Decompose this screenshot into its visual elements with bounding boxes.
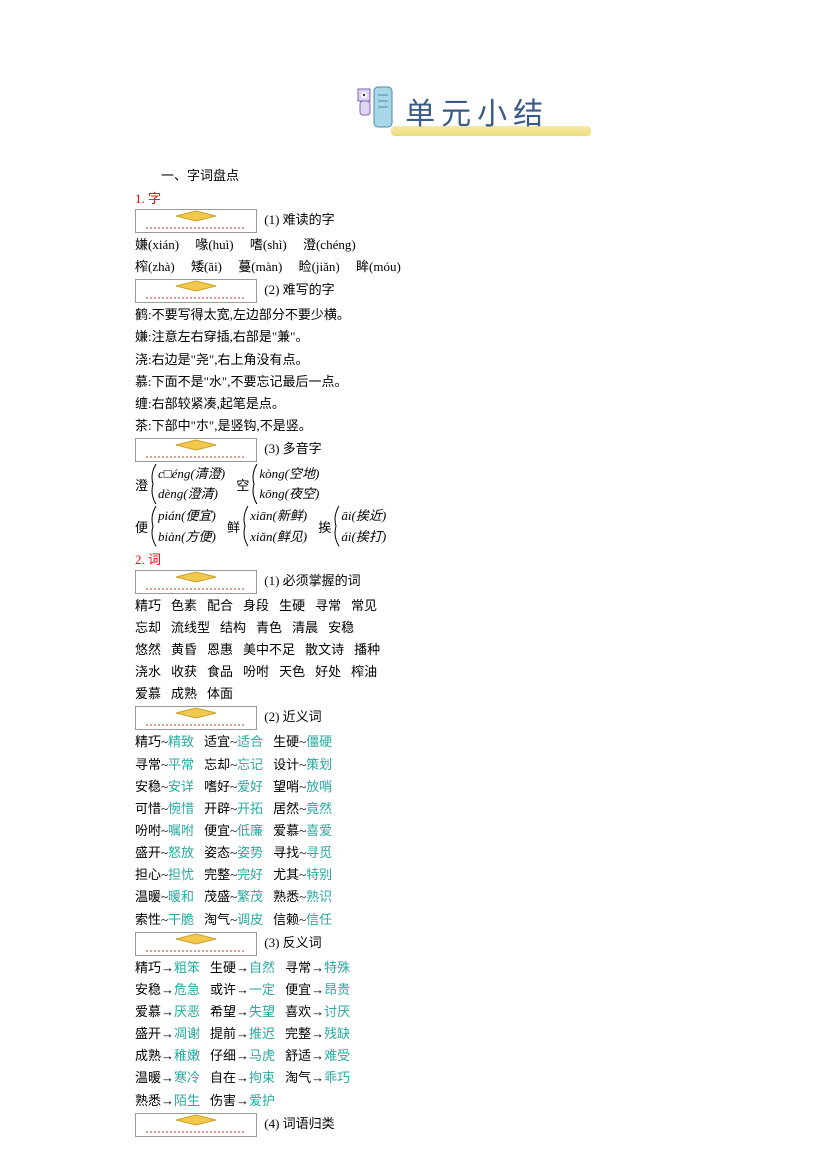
synonym-line: 索性~干脆淘气~调皮信赖~信任 xyxy=(135,910,766,930)
wsub2-row: (2) 近义词 xyxy=(135,706,766,730)
left-brace-icon xyxy=(148,506,158,546)
word-line: 悠然黄昏恩惠美中不足散文诗播种 xyxy=(135,640,766,660)
hard-read-2: 榨(zhà) 矮(ǎi) 蔓(màn) 睑(jiǎn) 眸(móu) xyxy=(135,257,766,277)
decorative-box xyxy=(135,1113,257,1137)
hw-2: 浇:右边是"尧",右上角没有点。 xyxy=(135,350,766,370)
hw-4: 缠:右部较紧凑,起笔是点。 xyxy=(135,394,766,414)
antonym-line: 熟悉→陌生伤害→爱护 xyxy=(135,1091,766,1111)
sub3-label: (3) 多音字 xyxy=(264,441,321,456)
synonym-line: 盛开~怒放姿态~姿势寻找~寻觅 xyxy=(135,843,766,863)
char-section-number: 1. 字 xyxy=(135,188,766,207)
sub1-label: (1) 难读的字 xyxy=(264,212,334,227)
antonym-line: 成熟→稚嫩仔细→马虎舒适→难受 xyxy=(135,1046,766,1066)
synonym-line: 可惜~惋惜开辟~开拓居然~竟然 xyxy=(135,799,766,819)
word-section-number: 2. 词 xyxy=(135,549,766,568)
poly-cheng: 澄 c□éng(清澄) dèng(澄清) xyxy=(135,464,225,504)
banner-character-icon xyxy=(352,85,396,137)
synonym-line: 安稳~安详嗜好~爱好望哨~放哨 xyxy=(135,777,766,797)
word-line: 浇水收获食品吩咐天色好处榨油 xyxy=(135,662,766,682)
poly-bian: 便 pián(便宜) biàn(方便) xyxy=(135,506,216,546)
antonym-line: 安稳→危急或许→一定便宜→昂贵 xyxy=(135,980,766,1000)
hw-3: 慕:下面不是"水",不要忘记最后一点。 xyxy=(135,372,766,392)
antonym-line: 精巧→粗笨生硬→自然寻常→特殊 xyxy=(135,958,766,978)
wsub4-row: (4) 词语归类 xyxy=(135,1113,766,1137)
left-brace-icon xyxy=(148,464,158,504)
synonym-line: 温暖~暖和茂盛~繁茂熟悉~熟识 xyxy=(135,887,766,907)
decorative-box xyxy=(135,438,257,462)
polyphone-row-2: 便 pián(便宜) biàn(方便) 鲜 xiān(新鲜) xiǎn(鲜见) … xyxy=(135,506,766,546)
document-page: 单元小结 一、字词盘点 1. 字 (1) 难读的字 嫌(xián) 喙(huì)… xyxy=(0,0,826,1169)
wsub3-label: (3) 反义词 xyxy=(264,935,321,950)
title-banner: 单元小结 xyxy=(301,85,601,140)
antonym-line: 温暖→寒冷自在→拘束淘气→乖巧 xyxy=(135,1068,766,1088)
hw-5: 茶:下部中"朩",是竖钩,不是竖。 xyxy=(135,416,766,436)
sub1-row: (1) 难读的字 xyxy=(135,209,766,233)
sub2-label: (2) 难写的字 xyxy=(264,282,334,297)
hw-1: 嫌:注意左右穿插,右部是"兼"。 xyxy=(135,327,766,347)
hw-0: 鹤:不要写得太宽,左边部分不要少横。 xyxy=(135,305,766,325)
decorative-box xyxy=(135,706,257,730)
synonym-line: 精巧~精致适宜~适合生硬~僵硬 xyxy=(135,732,766,752)
page-title: 单元小结 xyxy=(405,89,549,133)
left-brace-icon xyxy=(240,506,250,546)
sub3-row: (3) 多音字 xyxy=(135,438,766,462)
synonym-line: 寻常~平常忘却~忘记设计~策划 xyxy=(135,755,766,775)
synonym-line: 担心~担忧完整~完好尤其~特别 xyxy=(135,865,766,885)
decorative-box xyxy=(135,932,257,956)
poly-xian: 鲜 xiān(新鲜) xiǎn(鲜见) xyxy=(227,506,307,546)
antonym-line: 盛开→凋谢提前→推迟完整→残缺 xyxy=(135,1024,766,1044)
word-line: 忘却流线型结构青色清晨安稳 xyxy=(135,618,766,638)
poly-ai: 挨 āi(挨近) ái(挨打) xyxy=(318,506,386,546)
antonym-line: 爱慕→厌恶希望→失望喜欢→讨厌 xyxy=(135,1002,766,1022)
decorative-box xyxy=(135,279,257,303)
sub2-row: (2) 难写的字 xyxy=(135,279,766,303)
wsub3-row: (3) 反义词 xyxy=(135,932,766,956)
hard-read-1: 嫌(xián) 喙(huì) 嗜(shì) 澄(chéng) xyxy=(135,235,766,255)
left-brace-icon xyxy=(249,464,259,504)
word-line: 精巧色素配合身段生硬寻常常见 xyxy=(135,596,766,616)
word-line: 爱慕成熟体面 xyxy=(135,684,766,704)
poly-kong: 空 kòng(空地) kōng(夜空) xyxy=(236,464,319,504)
section-heading-1: 一、字词盘点 xyxy=(135,165,766,184)
polyphone-row-1: 澄 c□éng(清澄) dèng(澄清) 空 kòng(空地) kōng(夜空) xyxy=(135,464,766,504)
wsub1-label: (1) 必须掌握的词 xyxy=(264,573,360,588)
wsub4-label: (4) 词语归类 xyxy=(264,1116,334,1131)
left-brace-icon xyxy=(331,506,341,546)
hard-read-list: 嫌(xián) 喙(huì) 嗜(shì) 澄(chéng) 榨(zhà) 矮(… xyxy=(135,235,766,277)
decorative-box xyxy=(135,209,257,233)
antonyms: 精巧→粗笨生硬→自然寻常→特殊安稳→危急或许→一定便宜→昂贵爱慕→厌恶希望→失望… xyxy=(135,958,766,1111)
wsub2-label: (2) 近义词 xyxy=(264,709,321,724)
decorative-box xyxy=(135,570,257,594)
hard-write-list: 鹤:不要写得太宽,左边部分不要少横。 嫌:注意左右穿插,右部是"兼"。 浇:右边… xyxy=(135,305,766,436)
wsub1-row: (1) 必须掌握的词 xyxy=(135,570,766,594)
synonym-line: 吩咐~嘱咐便宜~低廉爱慕~喜爱 xyxy=(135,821,766,841)
synonyms: 精巧~精致适宜~适合生硬~僵硬寻常~平常忘却~忘记设计~策划安稳~安详嗜好~爱好… xyxy=(135,732,766,929)
must-words: 精巧色素配合身段生硬寻常常见忘却流线型结构青色清晨安稳悠然黄昏恩惠美中不足散文诗… xyxy=(135,596,766,705)
